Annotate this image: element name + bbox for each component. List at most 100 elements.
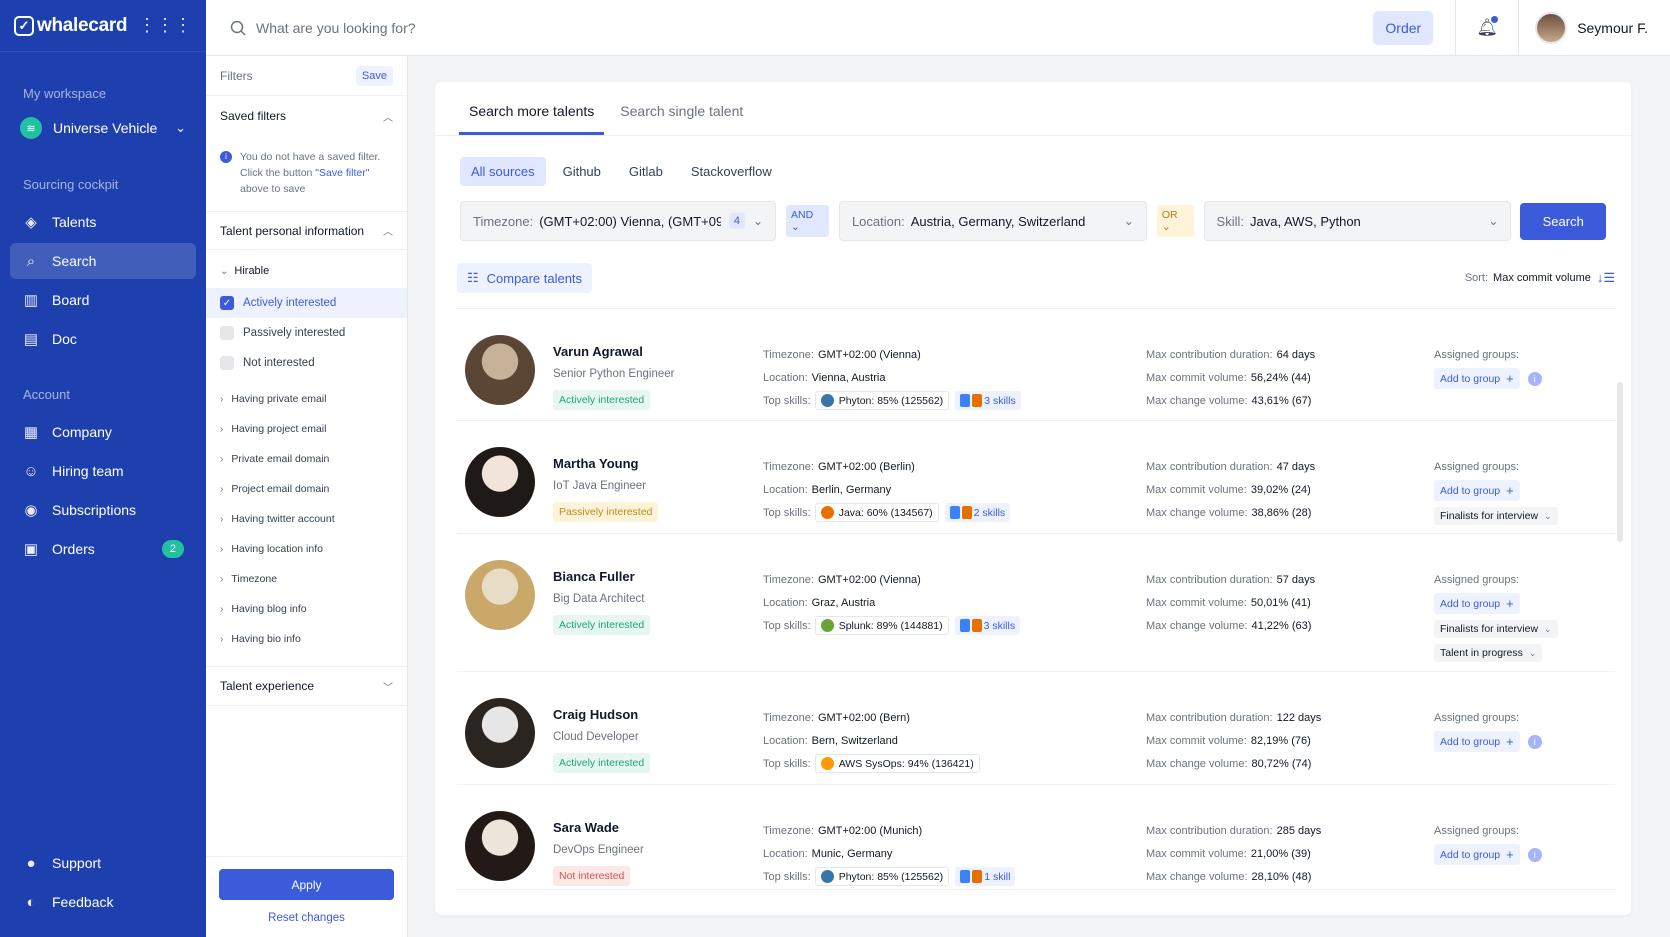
add-to-group-button[interactable]: Add to group +	[1434, 480, 1520, 501]
talent-row[interactable]: Craig Hudson Cloud Developer Actively inte…	[457, 672, 1615, 785]
option-passively-interested[interactable]: Passively interested	[206, 318, 407, 348]
talent-avatar[interactable]	[465, 811, 535, 881]
tab-search-single[interactable]: Search single talent	[610, 103, 753, 135]
talent-name[interactable]: Varun Agrawal	[553, 344, 763, 359]
skill-select[interactable]: Skill: Java, AWS, Python ⌄	[1203, 201, 1512, 241]
talent-name[interactable]: Bianca Fuller	[553, 569, 763, 584]
logo[interactable]: ✓ whalecard ⋮⋮⋮	[0, 0, 206, 52]
talent-avatar[interactable]	[465, 698, 535, 768]
top-skill-chip[interactable]: AWS SysOps: 94% (136421)	[814, 754, 980, 773]
note-text: Click the button	[240, 167, 316, 179]
filter-location[interactable]: › Having location info	[206, 534, 407, 564]
notifications-button[interactable]: 🔔︎	[1456, 15, 1518, 38]
apply-button[interactable]: Apply	[219, 869, 394, 900]
filter-private-domain[interactable]: › Private email domain	[206, 444, 407, 474]
sort-descending-icon[interactable]: ↓☰	[1597, 270, 1615, 286]
option-actively-interested[interactable]: ✓ Actively interested	[206, 288, 407, 318]
compare-talents-button[interactable]: ☷ Compare talents	[457, 263, 593, 293]
talent-row[interactable]: Sara Wade DevOps Engineer Not interested Ti…	[457, 785, 1615, 890]
operator-and[interactable]: AND ⌄	[786, 205, 829, 237]
source-stackoverflow[interactable]: Stackoverflow	[680, 157, 783, 186]
save-filter-button[interactable]: Save	[355, 65, 393, 86]
nav-item-talents[interactable]: ◈ Talents	[10, 204, 196, 240]
filter-timezone[interactable]: › Timezone	[206, 564, 407, 594]
nav-item-support[interactable]: ● Support	[10, 845, 196, 881]
add-to-group-button[interactable]: Add to group +	[1434, 844, 1520, 865]
talent-identity: Varun Agrawal Senior Python Engineer Activ…	[553, 335, 763, 420]
more-skills-button[interactable]: 3 skills	[955, 391, 1021, 410]
order-button[interactable]: Order	[1373, 10, 1434, 45]
add-to-group-button[interactable]: Add to group +	[1434, 731, 1520, 752]
global-search-input[interactable]	[256, 19, 1374, 36]
top-skill-chip[interactable]: Splunk: 89% (144881)	[814, 616, 949, 635]
talent-name[interactable]: Sara Wade	[553, 820, 763, 835]
apps-grid-icon[interactable]: ⋮⋮⋮	[138, 15, 192, 36]
field-value: 43,61% (67)	[1251, 394, 1312, 407]
reset-changes-link[interactable]: Reset changes	[219, 912, 394, 924]
experience-section[interactable]: Talent experience ﹀	[206, 666, 407, 706]
info-icon[interactable]: i	[1527, 734, 1542, 749]
talent-name[interactable]: Craig Hudson	[553, 707, 763, 722]
filter-twitter[interactable]: › Having twitter account	[206, 504, 407, 534]
groups-title: Assigned groups:	[1434, 348, 1519, 361]
saved-filters-section[interactable]: Saved filters ︿	[206, 96, 407, 136]
talent-row[interactable]: Varun Agrawal Senior Python Engineer Activ…	[457, 309, 1615, 421]
filter-private-email[interactable]: › Having private email	[206, 384, 407, 414]
top-skill-chip[interactable]: Phyton: 85% (125562)	[814, 391, 950, 410]
add-to-group-button[interactable]: Add to group +	[1434, 368, 1520, 389]
checkbox-icon[interactable]	[220, 326, 234, 340]
filter-bio[interactable]: › Having bio info	[206, 624, 407, 654]
top-skills-field: Top skills: AWS SysOps: 94% (136421)	[763, 752, 1146, 775]
more-skills-button[interactable]: 2 skills	[944, 503, 1011, 522]
scrollbar[interactable]	[1617, 382, 1623, 542]
plus-icon: +	[1506, 847, 1514, 862]
more-skills-button[interactable]: 3 skills	[954, 616, 1021, 635]
nav-item-feedback[interactable]: ◐ Feedback	[10, 884, 196, 920]
option-not-interested[interactable]: Not interested	[206, 348, 407, 378]
hirable-group[interactable]: ⌄ Hirable	[206, 254, 407, 288]
talent-row[interactable]: Bianca Fuller Big Data Architect Actively …	[457, 534, 1615, 672]
location-select[interactable]: Location: Austria, Germany, Switzerland …	[838, 201, 1147, 241]
tab-search-more[interactable]: Search more talents	[459, 103, 605, 135]
search-button[interactable]: Search	[1520, 202, 1606, 240]
checkbox-icon[interactable]	[220, 356, 234, 370]
talent-avatar[interactable]	[465, 335, 535, 405]
source-gitlab[interactable]: Gitlab	[618, 157, 674, 186]
operator-or[interactable]: OR ⌄	[1156, 205, 1194, 237]
filter-blog[interactable]: › Having blog info	[206, 594, 407, 624]
filter-project-domain[interactable]: › Project email domain	[206, 474, 407, 504]
source-all[interactable]: All sources	[460, 157, 546, 186]
checkbox-checked-icon[interactable]: ✓	[220, 296, 234, 310]
nav-item-board[interactable]: ▥ Board	[10, 282, 196, 318]
nav-item-subscriptions[interactable]: ◉ Subscriptions	[10, 492, 196, 528]
nav-item-doc[interactable]: ▤ Doc	[10, 321, 196, 357]
nav-item-search[interactable]: ⌕ Search	[10, 243, 196, 279]
assigned-group-chip[interactable]: Finalists for interview ⌄	[1434, 507, 1558, 525]
assigned-group-chip[interactable]: Finalists for interview ⌄	[1434, 620, 1558, 638]
more-skills-button[interactable]: 1 skill	[955, 867, 1016, 886]
sort-control[interactable]: Sort: Max commit volume ↓☰	[1465, 270, 1615, 286]
talent-name[interactable]: Martha Young	[553, 456, 763, 471]
talent-metrics: Max contribution duration: 285 days Max co…	[1146, 811, 1434, 889]
save-filter-link[interactable]: "Save filter"	[315, 167, 369, 179]
assigned-group-chip[interactable]: Talent in progress ⌄	[1434, 644, 1543, 662]
field-label: Max commit volume:	[1146, 734, 1247, 747]
timezone-select[interactable]: Timezone: (GMT+02:00) Vienna, (GMT+09...…	[460, 201, 776, 241]
user-menu[interactable]: Seymour F.	[1519, 11, 1670, 44]
workspace-selector[interactable]: ≋ Universe Vehicle ⌄	[0, 113, 206, 143]
info-icon[interactable]: i	[1527, 847, 1542, 862]
talent-avatar[interactable]	[465, 560, 535, 630]
nav-item-hiring-team[interactable]: ☺ Hiring team	[10, 453, 196, 489]
info-icon[interactable]: i	[1527, 371, 1542, 386]
talent-role: Cloud Developer	[553, 731, 639, 743]
source-github[interactable]: Github	[552, 157, 612, 186]
talent-avatar[interactable]	[465, 447, 535, 517]
top-skill-chip[interactable]: Java: 60% (134567)	[814, 503, 939, 522]
talent-row[interactable]: Martha Young IoT Java Engineer Passively i…	[457, 421, 1615, 534]
add-to-group-button[interactable]: Add to group +	[1434, 593, 1520, 614]
nav-item-company[interactable]: ▦ Company	[10, 414, 196, 450]
nav-item-orders[interactable]: ▣ Orders 2	[10, 531, 196, 567]
filter-project-email[interactable]: › Having project email	[206, 414, 407, 444]
top-skill-chip[interactable]: Phyton: 85% (125562)	[814, 867, 950, 886]
personal-info-section[interactable]: Talent personal information ︿	[206, 212, 407, 250]
